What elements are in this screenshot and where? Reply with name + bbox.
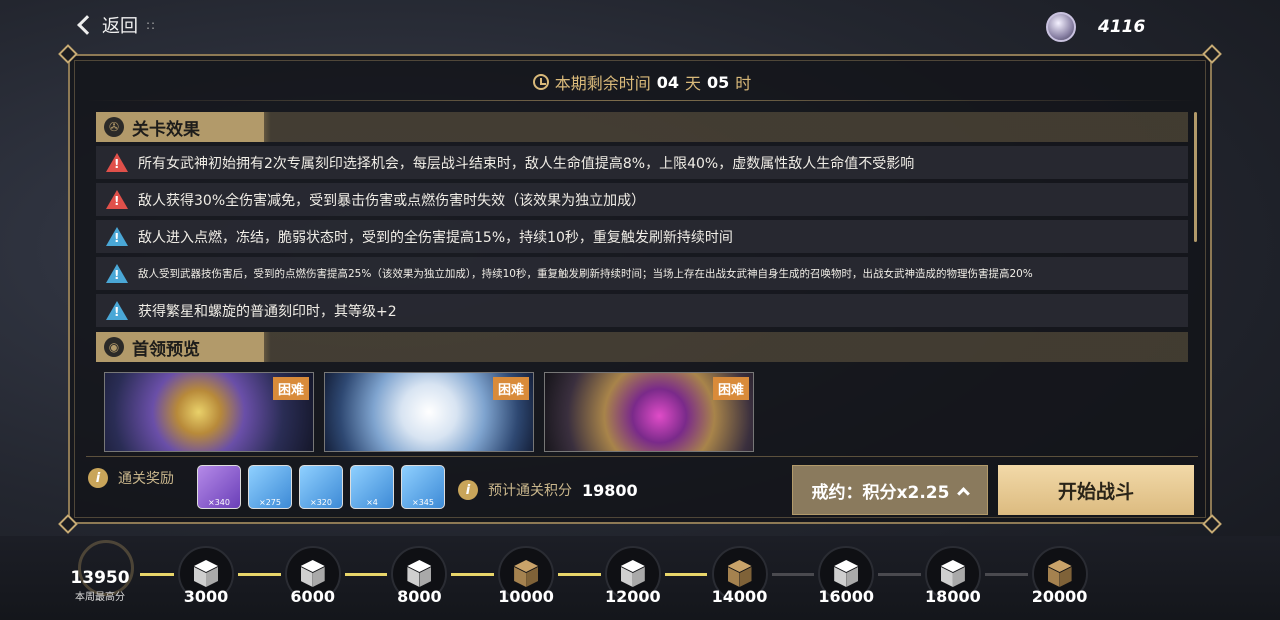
milestone-label: 18000 (925, 587, 981, 606)
timer-hour-unit: 时 (735, 74, 752, 93)
back-label: 返回 (102, 16, 138, 37)
chest-cube-icon (298, 560, 328, 588)
progress-segment (451, 573, 495, 576)
milestone-label: 10000 (498, 587, 554, 606)
corner-ornament (1202, 514, 1222, 534)
milestone-label: 14000 (711, 587, 768, 606)
difficulty-badge: 困难 (492, 377, 529, 400)
season-timer: 本期剩余时间 04 天 05 时 (70, 70, 1214, 94)
currency-value: 4116 (1098, 17, 1146, 37)
reward-items: ×340 ×275 ×320 ×4 ×345 (197, 465, 445, 509)
milestone-label: 20000 (1031, 587, 1088, 606)
valkyrie-fragment-icon[interactable]: ×340 (197, 465, 241, 509)
chest-cube-icon (938, 560, 968, 588)
boss-card[interactable]: 困难 (104, 372, 314, 452)
warning-blue-icon (106, 301, 128, 320)
start-battle-button[interactable]: 开始战斗 (998, 465, 1194, 515)
progress-segment (558, 573, 601, 576)
effect-text: 敌人受到武器技伤害后，受到的点燃伤害提高25%（该效果为独立加成），持续10秒，… (138, 267, 1033, 280)
score-label: 预计通关积分 (488, 483, 572, 499)
effect-text: 所有女武神初始拥有2次专属刻印选择机会，每层战斗结束时，敌人生命值提高8%，上限… (138, 155, 915, 172)
chevron-left-icon (77, 15, 97, 35)
milestone-label: 3000 (183, 587, 229, 606)
difficulty-badge: 困难 (272, 377, 309, 400)
demon-mask-icon: ◉ (104, 337, 124, 357)
chest-cube-icon (511, 560, 541, 588)
progress-segment (878, 573, 921, 576)
rewards-label: 通关奖励 (118, 471, 174, 487)
stage-effects-header: ✇ 关卡效果 (96, 112, 1188, 142)
clock-icon (532, 74, 549, 90)
rewards-group: i 通关奖励 (88, 468, 174, 488)
milestone-label: 16000 (818, 587, 875, 606)
timer-hours: 05 (707, 72, 730, 92)
warning-blue-icon (106, 227, 128, 246)
warning-red-icon (106, 153, 128, 172)
effect-row: 敌人进入点燃，冻结，脆弱状态时，受到的全伤害提高15%，持续10秒，重复触发刷新… (96, 220, 1188, 253)
milestone-label: 12000 (604, 587, 661, 606)
corner-ornament (58, 44, 78, 64)
chest-cube-icon (191, 560, 221, 588)
timer-day-unit: 天 (684, 74, 701, 93)
effect-text: 敌人获得30%全伤害减免，受到暴击伤害或点燃伤害时失效（该效果为独立加成） (138, 192, 646, 209)
divider (86, 100, 1198, 101)
score-group: i 预计通关积分 19800 (458, 480, 638, 500)
corner-ornament (58, 514, 78, 534)
effect-row: 敌人获得30%全伤害减免，受到暴击伤害或点燃伤害时失效（该效果为独立加成） (96, 183, 1188, 216)
progress-segment (238, 573, 281, 576)
divider (86, 456, 1198, 457)
boss-card[interactable]: 困难 (544, 372, 754, 452)
chevron-up-icon (957, 486, 971, 500)
currency-display: 4116 (1046, 12, 1145, 42)
crystal-diamond-icon[interactable]: ×345 (401, 465, 445, 509)
avatar-fragment-icon[interactable]: ×320 (299, 465, 343, 509)
progress-segment (664, 573, 708, 576)
dots-decor: :: (146, 18, 157, 32)
info-icon[interactable]: i (88, 468, 108, 488)
flower-material-icon[interactable]: ×4 (350, 465, 394, 509)
chest-cube-icon (725, 560, 755, 588)
effect-text: 敌人进入点燃，冻结，脆弱状态时，受到的全伤害提高15%，持续10秒，重复触发刷新… (138, 229, 733, 246)
radiation-icon: ✇ (104, 117, 124, 137)
progress-segment (771, 573, 815, 576)
section-title: 首领预览 (132, 339, 200, 360)
corner-ornament (1202, 44, 1222, 64)
progress-segment (344, 573, 388, 576)
chest-cube-icon (1045, 560, 1075, 588)
pact-button[interactable]: 戒约：积分x2.25 (792, 465, 988, 515)
progress-segment (984, 573, 1028, 576)
best-score: 13950 (70, 568, 130, 588)
best-caption: 本周最高分 (75, 592, 125, 603)
back-button[interactable]: 返回 :: (74, 10, 156, 40)
boss-preview-header: ◉ 首领预览 (96, 332, 1188, 362)
boss-card[interactable]: 困难 (324, 372, 534, 452)
effects-scrollbar[interactable] (1194, 112, 1197, 242)
effect-row: 所有女武神初始拥有2次专属刻印选择机会，每层战斗结束时，敌人生命值提高8%，上限… (96, 146, 1188, 179)
chest-cube-icon (404, 560, 434, 588)
timer-days: 04 (656, 72, 679, 92)
milestone-label: 8000 (397, 587, 442, 606)
pact-label: 戒约：积分x2.25 (811, 482, 950, 503)
timer-prefix: 本期剩余时间 (554, 74, 651, 93)
warning-red-icon (106, 190, 128, 209)
section-title: 关卡效果 (132, 119, 200, 140)
chest-cube-icon (831, 560, 861, 588)
effect-row: 敌人受到武器技伤害后，受到的点燃伤害提高25%（该效果为独立加成），持续10秒，… (96, 257, 1188, 290)
crystal-coin-icon (1046, 12, 1076, 42)
milestone-label: 6000 (290, 587, 335, 606)
info-icon[interactable]: i (458, 480, 478, 500)
progress-segment (140, 573, 174, 576)
difficulty-badge: 困难 (712, 377, 749, 400)
score-value: 19800 (582, 480, 638, 500)
rainbow-disc-icon[interactable]: ×275 (248, 465, 292, 509)
effect-text: 获得繁星和螺旋的普通刻印时，其等级+2 (138, 303, 397, 320)
chest-cube-icon (618, 560, 648, 588)
warning-blue-icon (106, 264, 128, 283)
weekly-best: 13950 本周最高分 (60, 540, 140, 603)
effect-row: 获得繁星和螺旋的普通刻印时，其等级+2 (96, 294, 1188, 327)
stage-panel: 本期剩余时间 04 天 05 时 ✇ 关卡效果 所有女武神初始拥有2次专属刻印选择… (58, 44, 1222, 534)
